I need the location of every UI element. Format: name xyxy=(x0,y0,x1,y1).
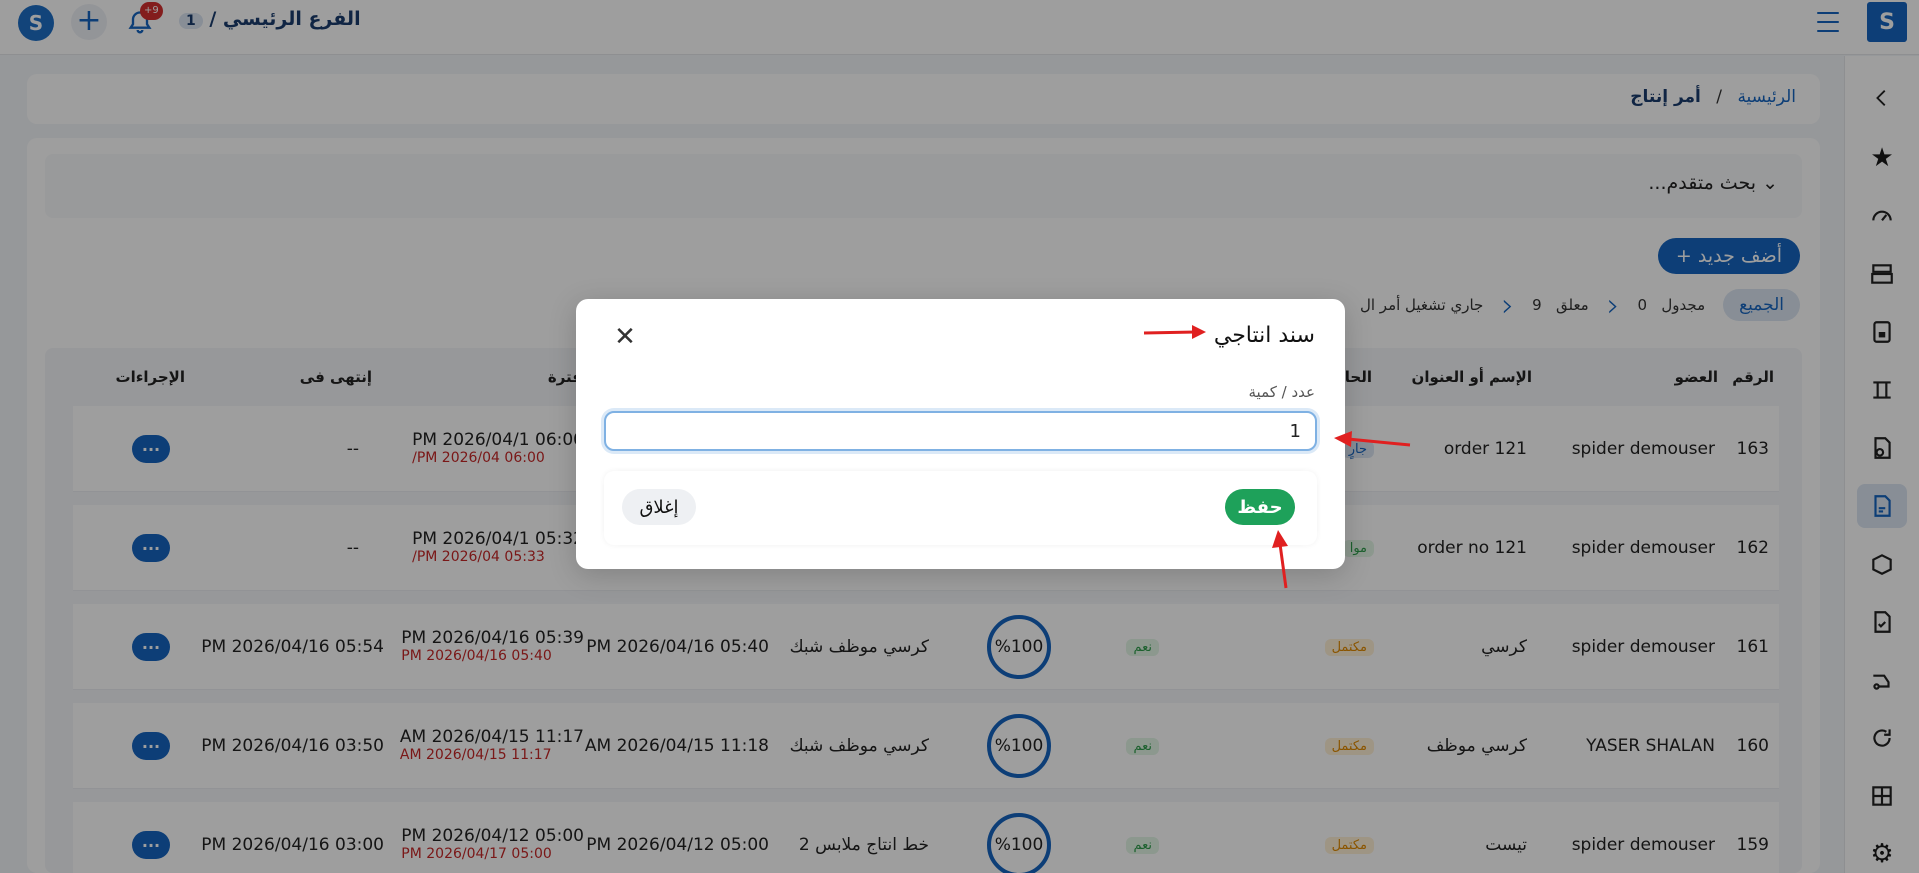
production-receipt-dialog: سند انتاجي ✕ عدد / كمية حفظ إغلاق xyxy=(576,299,1345,569)
quantity-label: عدد / كمية xyxy=(1248,383,1315,401)
dialog-footer: حفظ إغلاق xyxy=(604,471,1317,545)
close-icon[interactable]: ✕ xyxy=(612,324,638,350)
close-button[interactable]: إغلاق xyxy=(622,489,696,525)
save-button[interactable]: حفظ xyxy=(1225,489,1295,525)
dialog-title: سند انتاجي xyxy=(1213,323,1315,348)
quantity-field[interactable] xyxy=(604,411,1317,451)
